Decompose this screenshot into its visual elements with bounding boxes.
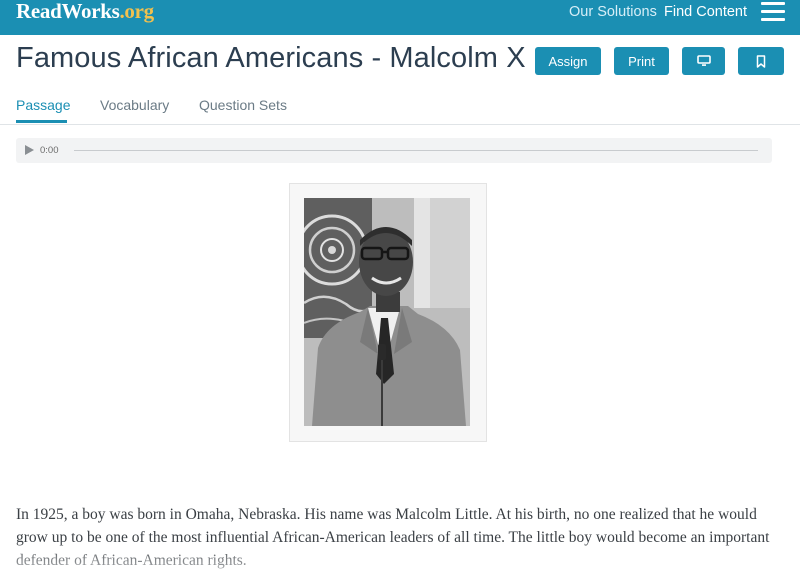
tab-bar: Passage Vocabulary Question Sets [0, 88, 800, 125]
present-button[interactable] [682, 47, 725, 75]
malcolm-x-photo [304, 198, 470, 426]
monitor-icon [696, 55, 711, 66]
readworks-logo[interactable]: ReadWorks.org [16, 0, 154, 23]
assign-button[interactable]: Assign [535, 47, 601, 75]
print-button[interactable]: Print [614, 47, 669, 75]
tab-vocabulary[interactable]: Vocabulary [100, 97, 169, 113]
audio-progress-track[interactable] [74, 150, 758, 151]
logo-suffix: .org [119, 0, 154, 23]
passage-text: In 1925, a boy was born in Omaha, Nebras… [16, 506, 770, 569]
audio-player: 0:00 [16, 138, 772, 163]
active-tab-indicator [16, 120, 67, 123]
bookmark-icon [756, 54, 766, 68]
page-title: Famous African Americans - Malcolm X [16, 42, 526, 74]
top-bar: ReadWorks.org Our Solutions Find Content [0, 0, 800, 35]
tab-question-sets[interactable]: Question Sets [199, 97, 287, 113]
bookmark-button[interactable] [738, 47, 784, 75]
nav-find-content[interactable]: Find Content [664, 3, 747, 21]
hamburger-menu-icon[interactable] [761, 2, 785, 22]
logo-text: ReadWorks [16, 0, 120, 23]
play-icon[interactable] [25, 145, 34, 155]
audio-time: 0:00 [40, 145, 59, 156]
nav-our-solutions[interactable]: Our Solutions [569, 3, 657, 21]
tab-passage[interactable]: Passage [16, 97, 70, 113]
